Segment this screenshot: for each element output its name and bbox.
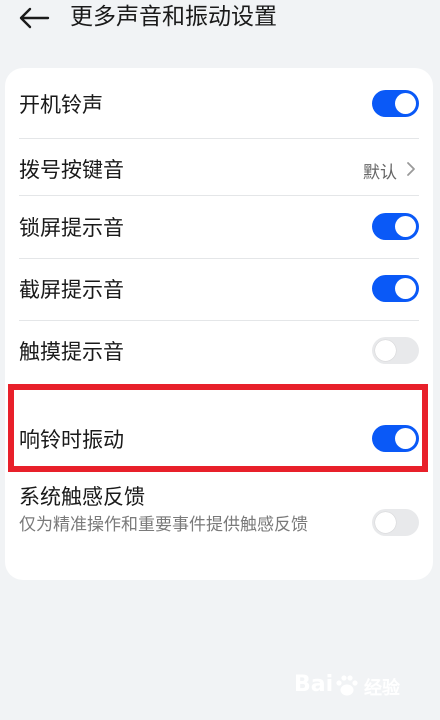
watermark: Bai 经验 [294,672,414,700]
setting-description: 仅为精准操作和重要事件提供触感反馈 [19,515,308,535]
touch-sound-toggle[interactable] [372,337,419,364]
boot-ringtone-toggle[interactable] [372,90,419,117]
chevron-right-icon [407,162,415,176]
lock-sound-toggle[interactable] [372,213,419,240]
setting-row-haptic-feedback[interactable]: 系统触感反馈 仅为精准操作和重要事件提供触感反馈 [5,473,433,573]
screenshot-sound-toggle[interactable] [372,275,419,302]
setting-label: 系统触感反馈 [19,485,145,509]
setting-row-boot-ringtone[interactable]: 开机铃声 [5,68,433,138]
highlight-box [8,384,428,472]
setting-row-lock-sound[interactable]: 锁屏提示音 [5,196,433,258]
setting-label: 拨号按键音 [19,158,124,182]
setting-row-touch-sound[interactable]: 触摸提示音 [5,321,433,383]
settings-card: 开机铃声 拨号按键音 默认 锁屏提示音 截屏提示音 触摸提示音 响铃时振动 系统… [5,68,433,580]
page-title: 更多声音和振动设置 [70,4,277,30]
setting-label: 锁屏提示音 [19,216,124,240]
paw-icon [336,675,358,696]
haptic-feedback-toggle[interactable] [372,509,419,536]
watermark-text: 经验 [364,678,400,699]
watermark-text: Bai [294,672,334,697]
setting-label: 开机铃声 [19,93,103,117]
setting-label: 截屏提示音 [19,278,124,302]
setting-row-dial-tone[interactable]: 拨号按键音 默认 [5,139,433,201]
back-arrow-icon[interactable] [18,6,50,30]
setting-label: 触摸提示音 [19,340,124,364]
top-bar: 更多声音和振动设置 [0,0,440,44]
setting-value: 默认 [363,163,397,183]
setting-row-screenshot-sound[interactable]: 截屏提示音 [5,259,433,321]
